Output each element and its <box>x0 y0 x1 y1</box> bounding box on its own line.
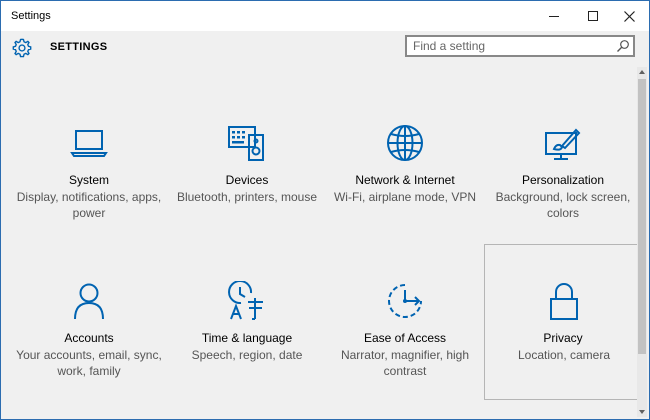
tile-description: Wi-Fi, airplane mode, VPN <box>333 190 477 204</box>
tile-title: Accounts <box>64 331 114 345</box>
lock-icon <box>550 283 578 320</box>
scrollbar-thumb[interactable] <box>638 79 646 354</box>
scroll-down-arrow-icon[interactable] <box>637 407 647 417</box>
tile-description: Location, camera <box>517 348 611 362</box>
ease-of-access-icon <box>388 284 422 318</box>
title-bar[interactable]: Settings <box>1 1 649 31</box>
clock-language-icon <box>228 281 263 320</box>
tile-description: Bluetooth, printers, mouse <box>176 190 318 204</box>
tile-description: Narrator, magnifier, high contrast <box>340 348 470 378</box>
person-icon <box>74 283 104 320</box>
gear-icon <box>12 38 32 58</box>
keyboard-speaker-icon <box>228 126 264 161</box>
settings-header: SETTINGS <box>1 31 649 67</box>
tile-title: Ease of Access <box>363 331 447 345</box>
page-title: SETTINGS <box>50 41 108 53</box>
tile-description: Display, notifications, apps, power <box>16 190 162 220</box>
tile-title: System <box>68 173 109 187</box>
search-box[interactable] <box>405 35 635 57</box>
tile-ease-of-access[interactable]: Ease of Access Narrator, magnifier, high… <box>326 245 484 401</box>
search-icon[interactable] <box>616 39 630 53</box>
tile-devices[interactable]: Devices Bluetooth, printers, mouse <box>168 87 326 243</box>
maximize-icon <box>588 11 598 21</box>
settings-window: Settings SETTINGS Find a setting System … <box>0 0 650 420</box>
vertical-scrollbar[interactable] <box>637 67 647 417</box>
minimize-button[interactable] <box>535 1 573 31</box>
tile-personalization[interactable]: Personalization Background, lock screen,… <box>484 87 642 243</box>
tile-time-language[interactable]: Time & language Speech, region, date <box>168 245 326 401</box>
tile-title: Devices <box>225 173 269 187</box>
paint-brush-icon <box>545 128 581 160</box>
search-input[interactable] <box>413 39 608 53</box>
tile-network[interactable]: Network & Internet Wi-Fi, airplane mode,… <box>326 87 484 243</box>
tile-accounts[interactable]: Accounts Your accounts, email, sync, wor… <box>10 245 168 401</box>
scroll-up-arrow-icon[interactable] <box>637 67 647 77</box>
tile-title: Privacy <box>543 331 583 345</box>
tile-system[interactable]: System Display, notifications, apps, pow… <box>10 87 168 243</box>
tile-description: Background, lock screen, colors <box>495 190 631 220</box>
maximize-button[interactable] <box>574 1 612 31</box>
window-title: Settings <box>11 10 51 22</box>
tile-title: Personalization <box>521 173 605 187</box>
close-button[interactable] <box>610 1 648 31</box>
close-icon <box>623 10 635 22</box>
tile-description: Speech, region, date <box>191 348 303 362</box>
tile-title: Time & language <box>201 331 293 345</box>
minimize-icon <box>548 15 559 17</box>
tile-privacy[interactable]: Privacy Location, camera <box>484 244 642 400</box>
tile-title: Network & Internet <box>355 173 455 187</box>
tile-description: Your accounts, email, sync, work, family <box>16 348 162 378</box>
laptop-icon <box>70 130 108 157</box>
globe-icon <box>387 125 423 161</box>
